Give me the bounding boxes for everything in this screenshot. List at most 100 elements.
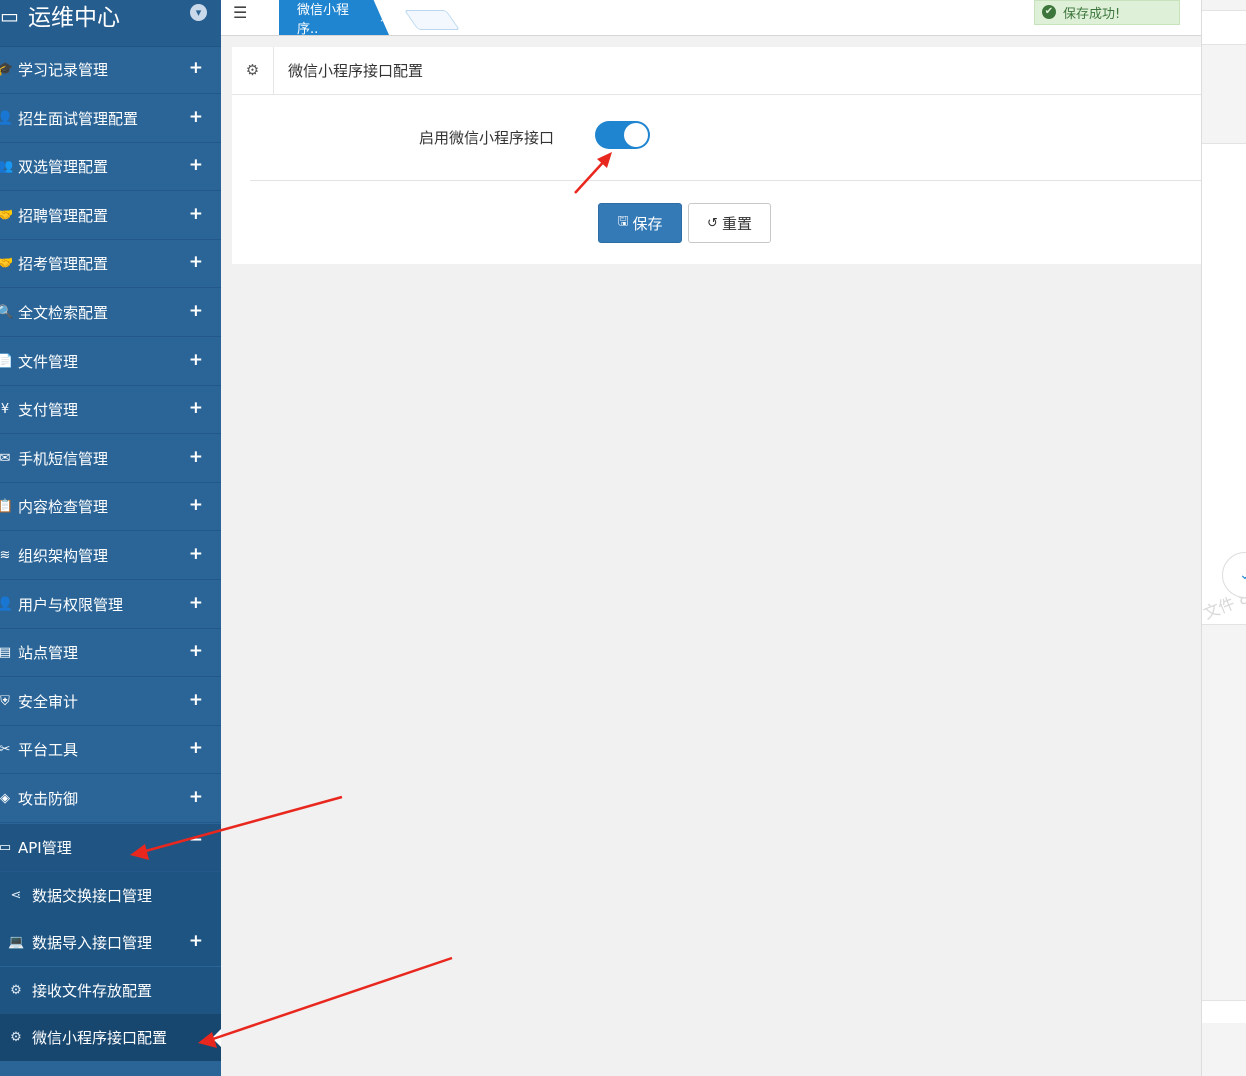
reset-button[interactable]: ↺ 重置 <box>688 203 771 243</box>
background-footer <box>1202 1000 1246 1023</box>
save-label: 保存 <box>632 214 663 233</box>
sidebar-item-label: 文件管理 <box>18 352 79 371</box>
tab-wechat-miniprogram[interactable]: 微信小程序.. × <box>279 0 389 35</box>
sidebar-item-8[interactable]: ¥ 支付管理 + <box>0 386 221 435</box>
undo-icon: ↺ <box>707 215 718 231</box>
gear-icon: ⚙ <box>10 982 22 998</box>
sidebar-subitem-4[interactable]: ⚙ 微信小程序接口配置 <box>0 1014 221 1062</box>
enable-field-label: 启用微信小程序接口 <box>419 129 555 147</box>
sidebar-item-label: 站点管理 <box>18 644 79 663</box>
laptop-icon: 💻 <box>8 935 25 951</box>
sidebar: ▭ 运维中心 ▾ 🎓 学习记录管理 + 👤 招生面试管理配置 + 👥 双选管理配置 + 🤝 招聘管理… <box>0 0 221 1076</box>
enable-wechat-switch[interactable] <box>595 121 650 149</box>
expand-plus-icon[interactable]: + <box>189 641 203 661</box>
sidebar-item-13[interactable]: ▤ 站点管理 + <box>0 629 221 678</box>
sidebar-item-16[interactable]: ◈ 攻击防御 + <box>0 775 221 823</box>
sidebar-item-4[interactable]: 🤝 招聘管理配置 + <box>0 192 221 240</box>
users-icon: 👥 <box>0 159 14 175</box>
expand-plus-icon[interactable]: + <box>189 204 203 224</box>
handshake-icon: 🤝 <box>0 207 14 223</box>
defense-shield-icon: ◈ <box>0 791 10 806</box>
sidebar-item-label: 支付管理 <box>18 401 79 420</box>
config-panel: ⚙ 微信小程序接口配置 启用微信小程序接口 🖫 保存 ↺ 重置 <box>232 47 1201 264</box>
sidebar-subitem-label: 微信小程序接口配置 <box>32 1029 168 1048</box>
sidebar-item-10[interactable]: 📋 内容检查管理 + <box>0 483 221 532</box>
check-circle-icon: ✔ <box>1042 5 1056 19</box>
handshake-icon: 🤝 <box>0 256 14 272</box>
main-content: ⚙ 微信小程序接口配置 启用微信小程序接口 🖫 保存 ↺ 重置 <box>221 36 1201 1076</box>
sidebar-item-5[interactable]: 🤝 招考管理配置 + <box>0 240 221 289</box>
sidebar-item-label: 内容检查管理 <box>18 498 109 517</box>
panel-title: 微信小程序接口配置 <box>288 62 424 80</box>
sidebar-subitem-2[interactable]: 💻 数据导入接口管理 + <box>0 919 221 967</box>
user-lock-icon: 👤 <box>0 596 14 612</box>
menu-icon[interactable]: ☰ <box>233 3 247 22</box>
sidebar-item-label: 双选管理配置 <box>18 158 109 177</box>
sidebar-item-12[interactable]: 👤 用户与权限管理 + <box>0 581 221 629</box>
sidebar-item-label: 攻击防御 <box>18 790 79 808</box>
sidebar-item-label: 招考管理配置 <box>18 255 109 274</box>
file-icon: 📄 <box>0 353 14 369</box>
sidebar-item-label: 平台工具 <box>18 741 79 760</box>
tab-placeholder <box>403 10 461 30</box>
sidebar-item-3[interactable]: 👥 双选管理配置 + <box>0 143 221 192</box>
floppy-disk-icon: 🖫 <box>617 214 629 229</box>
expand-plus-icon[interactable]: + <box>189 301 203 321</box>
shield-icon: ⛨ <box>0 693 10 709</box>
expand-plus-icon[interactable]: + <box>189 252 203 272</box>
expand-plus-icon[interactable]: + <box>189 398 203 418</box>
user-plus-icon: 👤 <box>0 110 14 126</box>
sidebar-subitem-1[interactable]: ⋖ 数据交换接口管理 <box>0 871 221 919</box>
sidebar-item-api-management[interactable]: ▭ API管理 − <box>0 823 221 872</box>
sidebar-item-14[interactable]: ⛨ 安全审计 + <box>0 678 221 726</box>
sidebar-item-7[interactable]: 📄 文件管理 + <box>0 338 221 386</box>
envelope-icon: ✉ <box>0 450 11 466</box>
gear-icon: ⚙ <box>232 47 274 94</box>
form-row: 启用微信小程序接口 <box>232 95 1201 181</box>
sidebar-item-2[interactable]: 👤 招生面试管理配置 + <box>0 95 221 143</box>
reset-label: 重置 <box>721 214 752 233</box>
tools-icon: ✂ <box>0 742 11 758</box>
sidebar-item-9[interactable]: ✉ 手机短信管理 + <box>0 435 221 483</box>
expand-plus-icon[interactable]: + <box>189 155 203 175</box>
sidebar-subitem-label: 数据交换接口管理 <box>32 886 153 905</box>
expand-plus-icon[interactable]: + <box>189 787 203 807</box>
panel-header: ⚙ 微信小程序接口配置 <box>232 47 1201 95</box>
close-icon[interactable]: × <box>379 11 389 25</box>
tab-label: 微信小程序.. <box>297 2 350 37</box>
sidebar-item-1[interactable]: 🎓 学习记录管理 + <box>0 46 221 94</box>
expand-plus-icon[interactable]: + <box>189 495 203 515</box>
expand-plus-icon[interactable]: + <box>189 593 203 613</box>
right-background-window: 文件 8 ⌄ <box>1201 0 1246 1076</box>
save-button[interactable]: 🖫 保存 <box>598 203 682 243</box>
expand-plus-icon[interactable]: + <box>189 350 203 370</box>
graduation-cap-icon: 🎓 <box>0 62 14 77</box>
clipboard-icon: 📋 <box>0 499 14 515</box>
collapse-minus-icon[interactable]: − <box>189 830 203 850</box>
expand-plus-icon[interactable]: + <box>189 544 203 564</box>
sidebar-item-11[interactable]: ≋ 组织架构管理 + <box>0 532 221 580</box>
expand-plus-icon[interactable]: + <box>189 107 203 127</box>
expand-plus-icon[interactable]: + <box>189 447 203 467</box>
search-icon: 🔍 <box>0 305 14 320</box>
expand-plus-icon[interactable]: + <box>189 58 203 78</box>
sidebar-subitem-label: 接收文件存放配置 <box>32 981 153 1000</box>
sidebar-item-label: 全文检索配置 <box>18 304 109 322</box>
chevron-down-circle-icon[interactable]: ▾ <box>190 4 207 21</box>
sidebar-item-label: 用户与权限管理 <box>18 595 124 614</box>
expand-plus-icon[interactable]: + <box>189 690 203 710</box>
monitor-icon: ▭ <box>0 4 19 28</box>
switch-knob <box>624 123 648 147</box>
sidebar-header: ▭ 运维中心 ▾ <box>0 0 221 47</box>
sidebar-item-label: API管理 <box>18 838 72 857</box>
sidebar-subitem-3[interactable]: ⚙ 接收文件存放配置 <box>0 966 221 1014</box>
expand-plus-icon[interactable]: + <box>189 931 203 951</box>
sidebar-title: 运维中心 <box>28 5 120 31</box>
sidebar-subitem-label: 数据导入接口管理 <box>32 934 153 953</box>
expand-plus-icon[interactable]: + <box>189 738 203 758</box>
site-icon: ▤ <box>0 645 12 661</box>
sidebar-item-15[interactable]: ✂ 平台工具 + <box>0 726 221 775</box>
sidebar-item-label: 组织架构管理 <box>18 547 109 565</box>
sidebar-item-label: 招生面试管理配置 <box>18 109 139 128</box>
sidebar-item-6[interactable]: 🔍 全文检索配置 + <box>0 289 221 337</box>
